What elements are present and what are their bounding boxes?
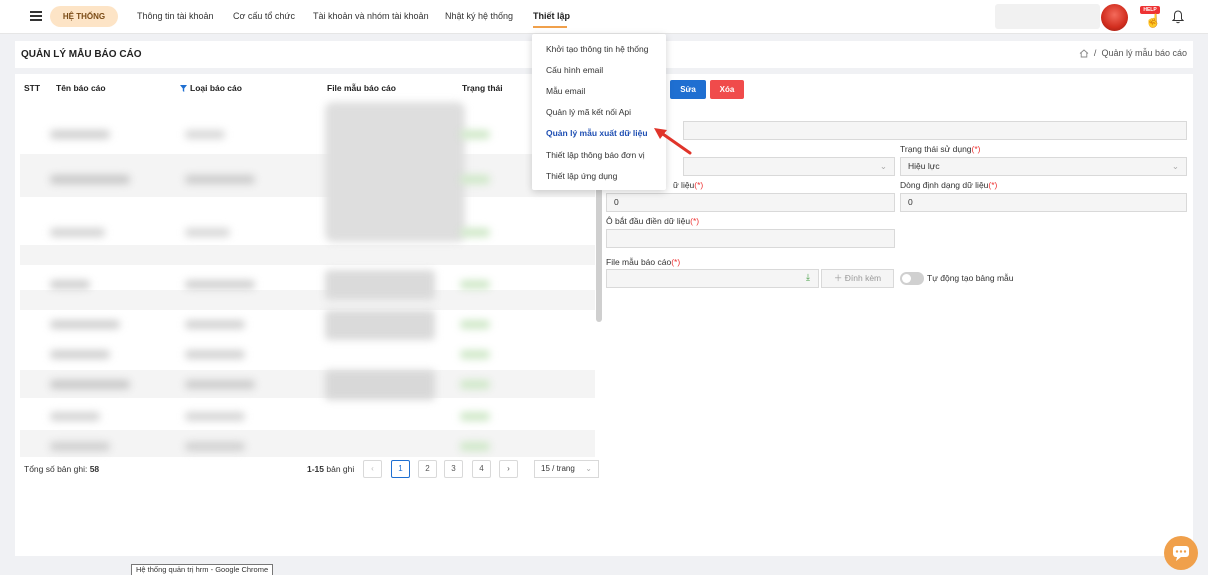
system-button[interactable]: HỆ THỐNG xyxy=(50,6,118,27)
status-select[interactable]: Hiệu lực ⌄ xyxy=(900,157,1187,176)
breadcrumb: / Quản lý mẫu báo cáo xyxy=(1079,48,1187,58)
required-mark: (*) xyxy=(694,180,704,190)
status-value: Hiệu lực xyxy=(908,161,940,171)
attach-button-label: Đính kèm xyxy=(844,273,882,283)
table-row[interactable] xyxy=(20,245,595,265)
page-button-1[interactable]: 1 xyxy=(391,460,410,478)
annotation-arrow-icon xyxy=(654,128,692,155)
page-range: 1-15 bản ghi xyxy=(307,464,354,474)
breadcrumb-current: Quản lý mẫu báo cáo xyxy=(1101,48,1187,58)
toggle-knob xyxy=(902,274,911,283)
report-type-select[interactable]: ⌄ xyxy=(683,157,895,176)
menu-item-app-settings[interactable]: Thiết lập ứng dụng xyxy=(546,171,617,181)
file-upload-field[interactable]: ⤓ xyxy=(606,269,819,288)
report-template-table: STT Tên báo cáo Loại báo cáo File mẫu bá… xyxy=(15,74,603,556)
menu-item-email-template[interactable]: Mẫu email xyxy=(546,86,585,96)
chat-icon xyxy=(1173,546,1189,561)
menu-item-export-template[interactable]: Quản lý mẫu xuất dữ liệu xyxy=(546,128,648,138)
menu-item-email-config[interactable]: Cấu hình email xyxy=(546,65,603,75)
avatar[interactable] xyxy=(1101,4,1128,31)
start-cell-label: Ô bắt đầu điền dữ liệu(*) xyxy=(606,216,699,226)
total-records-label: Tổng số bản ghi: xyxy=(24,464,88,474)
user-info-placeholder xyxy=(995,4,1100,29)
required-mark: (*) xyxy=(971,144,981,154)
start-cell-label-text: Ô bắt đầu điền dữ liệu xyxy=(606,216,691,226)
data-column-label: ữ liệu(*) xyxy=(673,180,703,190)
table-pagination: Tổng số bản ghi: 58 1-15 bản ghi ‹ 1 2 3… xyxy=(20,459,600,481)
column-header-report-name[interactable]: Tên báo cáo xyxy=(56,83,106,93)
table-header: STT Tên báo cáo Loại báo cáo File mẫu bá… xyxy=(20,80,600,98)
file-label: File mẫu báo cáo(*) xyxy=(606,257,680,267)
settings-dropdown-menu: Khởi tạo thông tin hệ thống Cấu hình ema… xyxy=(532,34,666,190)
edit-button[interactable]: Sửa xyxy=(670,80,706,99)
chevron-down-icon: ⌄ xyxy=(585,464,592,473)
column-header-stt: STT xyxy=(24,83,41,93)
chevron-down-icon: ⌄ xyxy=(879,161,887,171)
format-row-value: 0 xyxy=(908,197,913,207)
total-records-value: 58 xyxy=(89,464,100,474)
prev-page-button[interactable]: ‹ xyxy=(363,460,382,478)
nav-item-org-structure[interactable]: Cơ cấu tổ chức xyxy=(233,11,295,21)
required-mark: (*) xyxy=(988,180,998,190)
required-mark: (*) xyxy=(671,257,681,267)
blurred-table-rows xyxy=(20,100,595,457)
breadcrumb-separator: / xyxy=(1093,48,1097,58)
nav-active-indicator xyxy=(533,26,567,28)
page-size-value: 15 / trang xyxy=(541,464,575,473)
chat-button[interactable] xyxy=(1164,536,1198,570)
format-row-field[interactable]: 0 xyxy=(900,193,1187,212)
start-cell-field[interactable] xyxy=(606,229,895,248)
data-column-label-text: ữ liệu xyxy=(673,180,695,190)
nav-item-accounts-groups[interactable]: Tài khoản và nhóm tài khoản xyxy=(313,11,429,21)
delete-button[interactable]: Xóa xyxy=(710,80,744,99)
top-navbar: HỆ THỐNG Thông tin tài khoản Cơ cấu tổ c… xyxy=(0,0,1208,34)
page-button-4[interactable]: 4 xyxy=(472,460,491,478)
total-records: Tổng số bản ghi: 58 xyxy=(24,464,99,474)
help-icon[interactable]: HELP ☝ xyxy=(1140,6,1162,28)
required-mark: (*) xyxy=(690,216,700,226)
auto-create-toggle[interactable] xyxy=(900,272,924,285)
filter-icon[interactable] xyxy=(180,84,187,92)
column-header-template-file: File mẫu báo cáo xyxy=(327,83,396,93)
status-label-text: Trạng thái sử dụng xyxy=(900,144,972,154)
page-size-select[interactable]: 15 / trang ⌄ xyxy=(534,460,599,478)
home-icon[interactable] xyxy=(1079,48,1089,58)
next-page-button[interactable]: › xyxy=(499,460,518,478)
column-header-report-type[interactable]: Loại báo cáo xyxy=(180,83,242,93)
report-name-field[interactable] xyxy=(683,121,1187,140)
auto-create-label: Tự động tạo bảng mẫu xyxy=(927,273,1014,283)
file-label-text: File mẫu báo cáo xyxy=(606,257,672,267)
menu-item-api-key[interactable]: Quản lý mã kết nối Api xyxy=(546,107,631,117)
data-column-value: 0 xyxy=(614,197,619,207)
column-header-status: Trạng thái xyxy=(462,83,503,93)
page-range-suffix: bản ghi xyxy=(326,464,355,474)
hand-pointer-icon: ☝ xyxy=(1145,13,1162,28)
format-row-label: Dòng định dạng dữ liệu(*) xyxy=(900,180,997,190)
chevron-down-icon: ⌄ xyxy=(1171,161,1179,171)
page-range-value: 1-15 xyxy=(307,464,325,474)
attach-button[interactable]: ＋ Đính kèm xyxy=(821,269,894,288)
page-button-2[interactable]: 2 xyxy=(418,460,437,478)
data-column-field[interactable]: 0 xyxy=(606,193,895,212)
nav-item-settings[interactable]: Thiết lập xyxy=(533,11,570,21)
nav-item-account-info[interactable]: Thông tin tài khoản xyxy=(137,11,214,21)
status-label: Trạng thái sử dụng(*) xyxy=(900,144,981,154)
window-tooltip: Hệ thống quản trị hrm - Google Chrome xyxy=(131,564,274,575)
plus-icon: ＋ xyxy=(833,273,843,283)
column-header-report-type-label: Loại báo cáo xyxy=(190,83,242,93)
nav-item-system-log[interactable]: Nhật ký hệ thống xyxy=(445,11,513,21)
format-row-label-text: Dòng định dạng dữ liệu xyxy=(900,180,989,190)
table-row[interactable] xyxy=(20,290,595,310)
menu-item-unit-notification[interactable]: Thiết lập thông báo đơn vị xyxy=(546,150,645,160)
download-icon[interactable]: ⤓ xyxy=(806,272,810,283)
bell-icon[interactable] xyxy=(1172,10,1184,24)
menu-icon[interactable] xyxy=(30,11,42,21)
page-title: QUẢN LÝ MẪU BÁO CÁO xyxy=(21,49,142,60)
menu-item-init-system-info[interactable]: Khởi tạo thông tin hệ thống xyxy=(546,44,648,54)
page-button-3[interactable]: 3 xyxy=(444,460,463,478)
